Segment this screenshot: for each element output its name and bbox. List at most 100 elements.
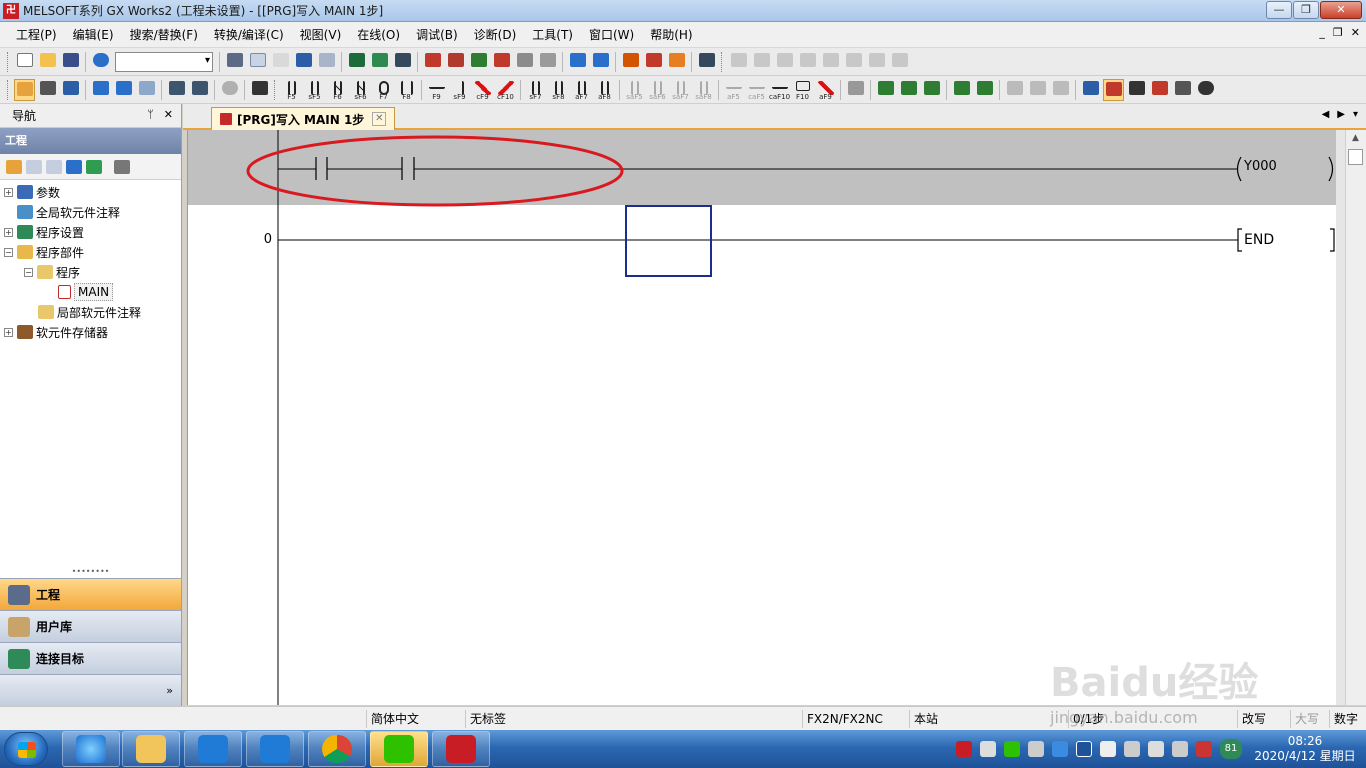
paste-data-icon[interactable]	[46, 159, 62, 174]
menu-edit[interactable]: 编辑(E)	[65, 22, 122, 48]
ladder-tool-5[interactable]	[820, 51, 841, 73]
menu-online[interactable]: 在线(O)	[349, 22, 408, 48]
undo-button[interactable]	[293, 51, 314, 73]
vertical-scrollbar[interactable]: ▲	[1345, 130, 1366, 705]
taskbar-gx-works[interactable]	[432, 731, 490, 767]
mdi-restore-button[interactable]: ❐	[1333, 26, 1343, 39]
refresh-icon[interactable]	[86, 159, 102, 174]
tree-item-pou[interactable]: − 程序部件	[0, 242, 181, 262]
application-instruction-button[interactable]: F8	[396, 79, 417, 101]
taskbar-chrome[interactable]	[308, 731, 366, 767]
menu-window[interactable]: 窗口(W)	[581, 22, 642, 48]
rising-pulse-button[interactable]: sF7	[525, 79, 546, 101]
program-read-button[interactable]	[392, 51, 413, 73]
mdi-close-button[interactable]: ✕	[1351, 26, 1360, 39]
tool-l-button[interactable]	[1172, 79, 1193, 101]
nav-tab-connection[interactable]: 连接目标	[0, 642, 181, 674]
ladder-editor[interactable]: Y000 0 END	[187, 130, 1336, 705]
rising-pulse-branch-button[interactable]: aF7	[571, 79, 592, 101]
open-contact-button[interactable]: F5	[281, 79, 302, 101]
horizontal-line-button[interactable]: F9	[426, 79, 447, 101]
dev-write-button[interactable]	[590, 51, 611, 73]
taskbar-shield-2[interactable]	[246, 731, 304, 767]
tree-item-parameters[interactable]: + 参数	[0, 182, 181, 202]
device-list-button[interactable]	[537, 51, 558, 73]
disabled-tool-2[interactable]: saF6	[647, 79, 668, 101]
bluetooth-icon[interactable]	[1076, 741, 1092, 757]
toolbar-grip[interactable]	[721, 51, 724, 72]
monitor-button[interactable]	[696, 51, 717, 73]
menu-project[interactable]: 工程(P)	[8, 22, 65, 48]
ladder-tool-6[interactable]	[843, 51, 864, 73]
back-button[interactable]	[445, 51, 466, 73]
expand-icon[interactable]: +	[4, 187, 13, 197]
help-topic-button[interactable]	[219, 79, 240, 101]
help-button[interactable]	[90, 51, 111, 73]
cut-button[interactable]	[224, 51, 245, 73]
paste-button[interactable]	[270, 51, 291, 73]
window-button[interactable]	[60, 79, 81, 101]
line-delete-button[interactable]: aF9	[815, 79, 836, 101]
settings-icon[interactable]	[114, 159, 130, 174]
tool-h-button[interactable]	[1050, 79, 1071, 101]
tool-tray-icon[interactable]	[1028, 741, 1044, 757]
ladder-tool-4[interactable]	[797, 51, 818, 73]
tool-e-button[interactable]	[974, 79, 995, 101]
disabled-tool-1[interactable]: saF5	[624, 79, 645, 101]
volume-icon[interactable]	[1100, 741, 1116, 757]
tool-f-button[interactable]	[1004, 79, 1025, 101]
device-combo[interactable]	[115, 51, 213, 72]
disabled-tool-3[interactable]: saF7	[670, 79, 691, 101]
speaker-muted-icon[interactable]	[1196, 741, 1212, 757]
flag-icon[interactable]	[980, 741, 996, 757]
tree-item-program[interactable]: − 程序	[0, 262, 181, 282]
ladder-canvas[interactable]: Y000 0 END	[188, 130, 1336, 705]
tool-b-button[interactable]	[898, 79, 919, 101]
operation-result-fall-button[interactable]: caF5	[746, 79, 767, 101]
cross-ref-button[interactable]	[514, 51, 535, 73]
shield-tray-icon[interactable]	[1052, 741, 1068, 757]
menu-diagnostics[interactable]: 诊断(D)	[466, 22, 525, 48]
dev-button-a[interactable]	[90, 79, 111, 101]
taskbar-wechat[interactable]	[370, 731, 428, 767]
tool-g-button[interactable]	[1027, 79, 1048, 101]
tab-list-icon[interactable]: ▾	[1353, 109, 1358, 120]
tool-i-button[interactable]	[1080, 79, 1101, 101]
verify-plc-button[interactable]	[666, 51, 687, 73]
tree-item-local-comment[interactable]: 局部软元件注释	[0, 302, 181, 322]
nav-tab-user-library[interactable]: 用户库	[0, 610, 181, 642]
panel-splitter[interactable]: ••••••••	[0, 568, 181, 576]
jump-button[interactable]	[422, 51, 443, 73]
device-button[interactable]	[346, 51, 367, 73]
tool-c-button[interactable]	[921, 79, 942, 101]
start-button[interactable]	[4, 732, 48, 766]
end-instruction[interactable]: END	[1244, 232, 1274, 248]
tool-k-button[interactable]	[1149, 79, 1170, 101]
close-button[interactable]: ✕	[1320, 1, 1362, 19]
ladder-tool-8[interactable]	[889, 51, 910, 73]
copy-button[interactable]	[247, 51, 268, 73]
find-device-button[interactable]	[468, 51, 489, 73]
invert-button[interactable]: caF10	[769, 79, 790, 101]
close-icon[interactable]: ✕	[164, 108, 173, 121]
tree-item-device-memory[interactable]: + 软元件存储器	[0, 322, 181, 342]
tab-scroll-right-icon[interactable]: ▶	[1337, 109, 1345, 120]
wechat-tray-icon[interactable]	[1004, 741, 1020, 757]
tool-a-button[interactable]	[875, 79, 896, 101]
tab-scroll-left-icon[interactable]: ◀	[1322, 109, 1330, 120]
statement-button[interactable]	[845, 79, 866, 101]
scroll-up-icon[interactable]: ▲	[1346, 130, 1365, 147]
ladder-tool-2[interactable]	[751, 51, 772, 73]
new-project-button[interactable]	[14, 51, 35, 73]
coil-y000-label[interactable]: Y000	[1243, 159, 1277, 174]
disabled-tool-4[interactable]: saF8	[693, 79, 714, 101]
new-data-icon[interactable]	[6, 159, 22, 174]
menu-tools[interactable]: 工具(T)	[524, 22, 581, 48]
tool-d-button[interactable]	[951, 79, 972, 101]
tree-item-program-setting[interactable]: + 程序设置	[0, 222, 181, 242]
ladder-edit-mode-button[interactable]	[1103, 78, 1124, 101]
coil-button[interactable]: F7	[373, 79, 394, 101]
expand-icon[interactable]: +	[4, 327, 13, 337]
falling-pulse-branch-button[interactable]: aF8	[594, 79, 615, 101]
falling-pulse-button[interactable]: sF8	[548, 79, 569, 101]
